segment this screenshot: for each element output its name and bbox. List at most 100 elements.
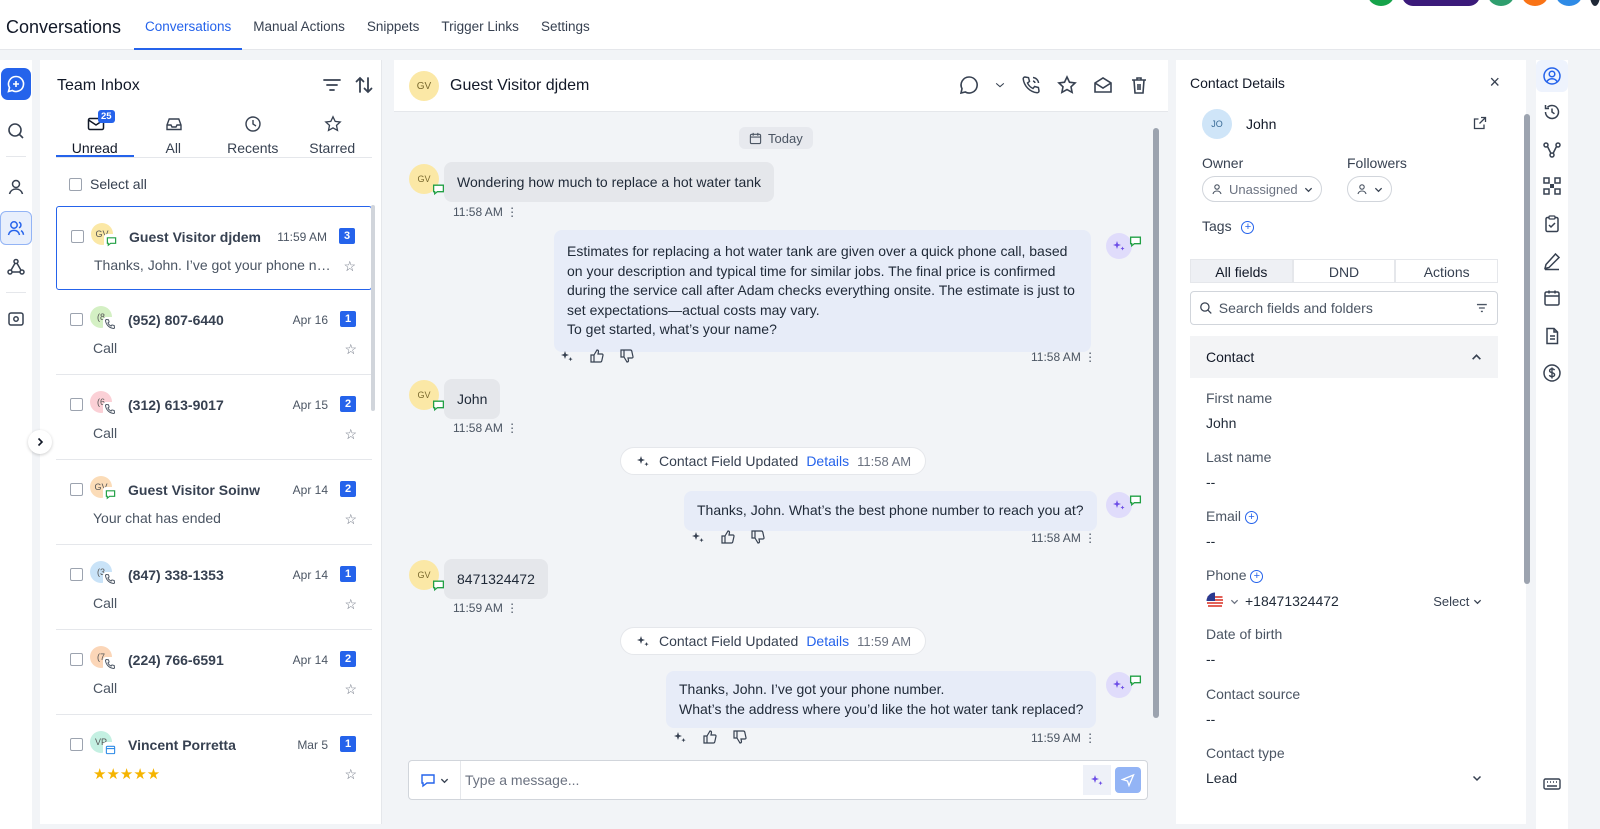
star-outline-icon[interactable]: ☆ <box>344 596 357 613</box>
automation-button[interactable] <box>1536 170 1568 202</box>
conversation-item[interactable]: (6 (312) 613-9017 Apr 15 2 Call ☆ <box>56 375 372 460</box>
contact-scrollbar[interactable] <box>1524 114 1530 584</box>
field-last-name[interactable]: Last name -- <box>1206 449 1482 490</box>
more-vertical-icon[interactable]: ⋮ <box>506 205 518 219</box>
workflows-button[interactable] <box>0 250 32 284</box>
shortcut-orange-icon[interactable] <box>1522 0 1548 6</box>
field-first-name[interactable]: First name John <box>1206 390 1482 431</box>
star-icon[interactable] <box>1056 74 1078 96</box>
star-outline-icon[interactable]: ☆ <box>344 766 357 783</box>
phone-type-select[interactable]: Select <box>1433 594 1482 609</box>
shortcut-teal-icon[interactable] <box>1488 0 1514 6</box>
tab-recents[interactable]: Recents <box>213 112 293 157</box>
star-outline-icon[interactable]: ☆ <box>344 511 357 528</box>
ai-sparkle-icon[interactable] <box>672 729 688 745</box>
tab-trigger-links[interactable]: Trigger Links <box>430 0 530 50</box>
conversation-checkbox[interactable] <box>70 313 83 326</box>
appointments-button[interactable] <box>1536 282 1568 314</box>
conversation-checkbox[interactable] <box>70 738 83 751</box>
preview-button[interactable] <box>0 302 32 336</box>
tab-manual-actions[interactable]: Manual Actions <box>242 0 356 50</box>
tab-actions[interactable]: Actions <box>1395 259 1499 283</box>
conversation-checkbox[interactable] <box>70 398 83 411</box>
search-rail-button[interactable] <box>0 114 32 148</box>
trash-icon[interactable] <box>1128 74 1150 96</box>
tab-all[interactable]: All <box>134 112 214 157</box>
conversation-item[interactable]: (8 (952) 807-6440 Apr 16 1 Call ☆ <box>56 290 372 375</box>
shortcut-green-icon[interactable] <box>1368 0 1394 6</box>
tab-settings[interactable]: Settings <box>530 0 601 50</box>
thumbs-up-icon[interactable] <box>702 729 718 745</box>
tab-snippets[interactable]: Snippets <box>356 0 431 50</box>
team-inbox-button[interactable] <box>0 211 32 245</box>
close-icon[interactable]: × <box>1489 72 1500 93</box>
conversation-item[interactable]: GV Guest Visitor djdem 11:59 AM 3 Thanks… <box>56 206 372 290</box>
select-all-checkbox[interactable] <box>69 177 82 191</box>
chevron-down-icon[interactable] <box>994 74 1006 96</box>
conversation-checkbox[interactable] <box>70 483 83 496</box>
more-vertical-icon[interactable]: ⋮ <box>506 421 518 435</box>
thumbs-up-icon[interactable] <box>589 348 605 364</box>
thumbs-up-icon[interactable] <box>720 529 736 545</box>
tab-conversations[interactable]: Conversations <box>134 0 243 50</box>
chat-assign-icon[interactable] <box>958 74 980 96</box>
phone-call-icon[interactable] <box>1020 74 1042 96</box>
followers-select[interactable] <box>1347 176 1392 202</box>
activity-button[interactable] <box>1536 96 1568 128</box>
owner-select[interactable]: Unassigned <box>1202 176 1322 202</box>
conversation-item[interactable]: GV Guest Visitor Soinw Apr 14 2 Your cha… <box>56 460 372 545</box>
shortcut-blue-icon[interactable] <box>1556 0 1582 6</box>
thumbs-down-icon[interactable] <box>732 729 748 745</box>
contact-type-select[interactable]: Lead <box>1206 770 1482 786</box>
mark-read-icon[interactable] <box>1092 74 1114 96</box>
star-outline-icon[interactable]: ☆ <box>344 341 357 358</box>
keyboard-shortcuts-button[interactable] <box>1536 768 1568 800</box>
field-phone[interactable]: Phone + +18471324472 Select <box>1206 567 1482 610</box>
send-button[interactable] <box>1115 767 1141 793</box>
add-email-icon[interactable]: + <box>1244 510 1258 524</box>
event-details-link[interactable]: Details <box>806 453 849 469</box>
new-message-button[interactable] <box>1 68 31 100</box>
filter-icon[interactable] <box>321 74 343 96</box>
ai-sparkle-icon[interactable] <box>690 529 706 545</box>
star-outline-icon[interactable]: ☆ <box>344 681 357 698</box>
chat-scrollbar[interactable] <box>1153 128 1159 718</box>
star-outline-icon[interactable]: ☆ <box>344 426 357 443</box>
thumbs-down-icon[interactable] <box>619 348 635 364</box>
workflow-button[interactable] <box>1536 134 1568 166</box>
shortcut-dark-icon[interactable] <box>1590 0 1600 6</box>
add-phone-icon[interactable]: + <box>1250 569 1264 583</box>
tasks-button[interactable] <box>1536 208 1568 240</box>
conversation-checkbox[interactable] <box>71 230 84 243</box>
tab-starred[interactable]: Starred <box>293 112 373 157</box>
chevron-down-icon[interactable] <box>1230 597 1239 606</box>
conversation-checkbox[interactable] <box>70 568 83 581</box>
more-vertical-icon[interactable]: ⋮ <box>1084 731 1096 745</box>
field-date-of-birth[interactable]: Date of birth -- <box>1206 626 1482 667</box>
more-vertical-icon[interactable]: ⋮ <box>1084 531 1096 545</box>
ai-sparkle-icon[interactable] <box>559 348 575 364</box>
more-vertical-icon[interactable]: ⋮ <box>1084 350 1096 364</box>
filter-icon[interactable] <box>1475 301 1489 315</box>
conversation-item[interactable]: VP Vincent Porretta Mar 5 1 ★★★★★ ☆ <box>56 715 372 800</box>
event-details-link[interactable]: Details <box>806 633 849 649</box>
add-tag-icon[interactable]: + <box>1241 220 1255 234</box>
conversation-item[interactable]: (3 (847) 338-1353 Apr 14 1 Call ☆ <box>56 545 372 630</box>
expand-sidebar-button[interactable] <box>28 430 52 454</box>
select-all[interactable]: Select all <box>69 176 147 192</box>
sort-icon[interactable] <box>353 74 375 96</box>
contact-profile-button[interactable] <box>1536 60 1568 92</box>
conversation-item[interactable]: (7 (224) 766-6591 Apr 14 2 Call ☆ <box>56 630 372 715</box>
ai-assist-button[interactable] <box>1083 765 1111 795</box>
tab-all-fields[interactable]: All fields <box>1190 259 1293 283</box>
channel-selector[interactable] <box>409 761 461 799</box>
tab-dnd[interactable]: DND <box>1292 259 1396 283</box>
shortcut-purple-button[interactable] <box>1402 0 1480 6</box>
payments-button[interactable] <box>1536 357 1568 389</box>
field-search-input[interactable] <box>1218 300 1470 316</box>
field-contact-source[interactable]: Contact source -- <box>1206 686 1482 727</box>
thumbs-down-icon[interactable] <box>750 529 766 545</box>
more-vertical-icon[interactable]: ⋮ <box>506 601 518 615</box>
star-outline-icon[interactable]: ☆ <box>343 258 356 275</box>
documents-button[interactable] <box>1536 320 1568 352</box>
